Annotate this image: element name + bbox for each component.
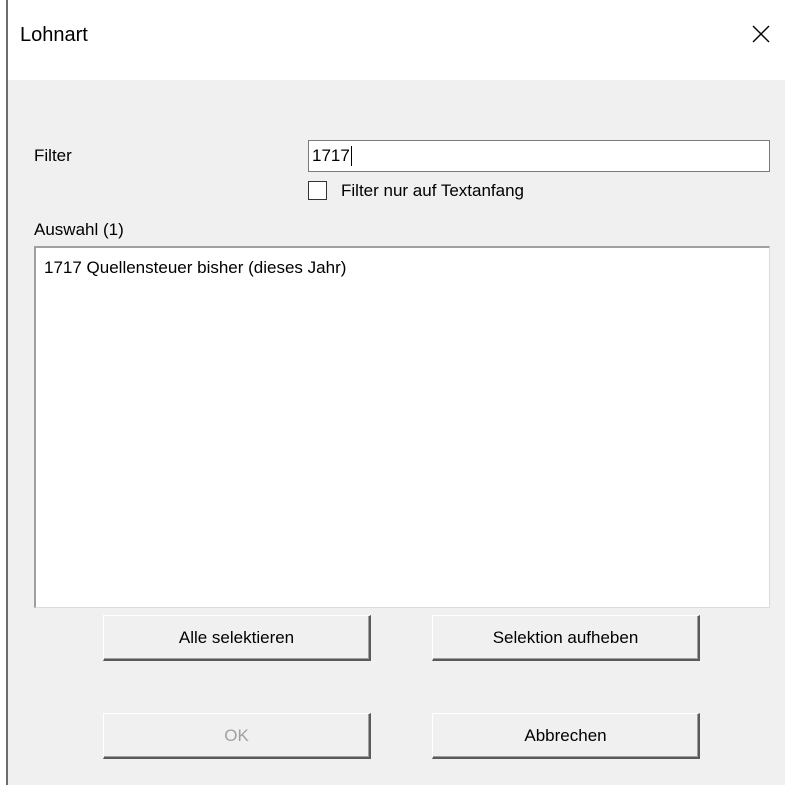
titlebar: Lohnart	[8, 0, 785, 80]
window-title: Lohnart	[20, 24, 88, 46]
filter-input[interactable]: 1717	[308, 140, 770, 172]
text-caret	[350, 146, 352, 166]
list-item[interactable]: 1717 Quellensteuer bisher (dieses Jahr)	[44, 258, 346, 278]
selection-listbox[interactable]: 1717 Quellensteuer bisher (dieses Jahr)	[34, 246, 770, 608]
selection-label: Auswahl (1)	[34, 220, 124, 239]
lohnart-dialog: Lohnart Filter 1717 Filter nur auf Texta…	[0, 0, 785, 785]
cancel-button[interactable]: Abbrechen	[432, 713, 700, 759]
window-left-border	[6, 0, 8, 785]
filter-textstart-checkbox[interactable]	[308, 181, 327, 200]
close-button[interactable]	[737, 12, 785, 56]
clear-selection-button[interactable]: Selektion aufheben	[432, 615, 700, 661]
filter-textstart-label[interactable]: Filter nur auf Textanfang	[341, 181, 524, 201]
select-all-button[interactable]: Alle selektieren	[103, 615, 371, 661]
filter-input-value: 1717	[312, 146, 350, 165]
ok-button[interactable]: OK	[103, 713, 371, 759]
filter-label: Filter	[34, 146, 72, 165]
close-icon	[752, 25, 770, 43]
